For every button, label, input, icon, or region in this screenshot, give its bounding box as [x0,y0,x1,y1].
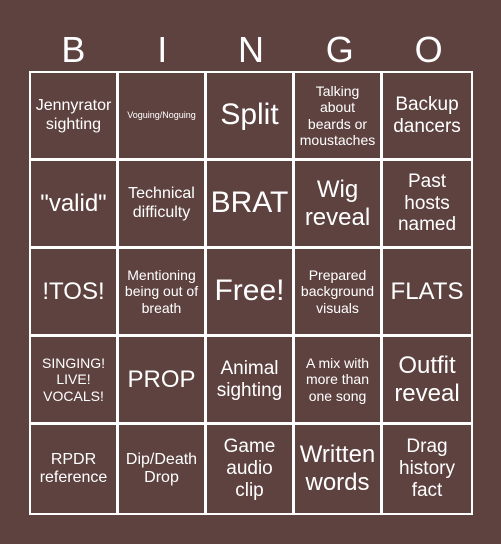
bingo-cell[interactable]: FLATS [383,249,471,337]
header-letter-o: O [414,29,443,70]
header-letter-n: N [237,29,264,70]
bingo-cell[interactable]: Wig reveal [295,161,383,249]
bingo-cell[interactable]: Dip/Death Drop [119,425,207,513]
bingo-cell[interactable]: Backup dancers [383,73,471,161]
bingo-cell[interactable]: Split [207,73,295,161]
bingo-cell[interactable]: Mentioning being out of breath [119,249,207,337]
bingo-cell[interactable]: Animal sighting [207,337,295,425]
bingo-cell[interactable]: Outfit reveal [383,337,471,425]
header-letter-b: B [61,29,86,70]
bingo-cell[interactable]: Technical difficulty [119,161,207,249]
bingo-cell[interactable]: "valid" [31,161,119,249]
bingo-cell[interactable]: Jennyrator sighting [31,73,119,161]
bingo-cell[interactable]: SINGING! LIVE! VOCALS! [31,337,119,425]
bingo-cell[interactable]: Past hosts named [383,161,471,249]
bingo-cell[interactable]: !TOS! [31,249,119,337]
bingo-grid: Jennyrator sighting Voguing/Noguing Spli… [29,71,473,515]
header-letter-g: G [325,29,354,70]
bingo-cell[interactable]: PROP [119,337,207,425]
bingo-cell[interactable]: BRAT [207,161,295,249]
bingo-cell[interactable]: Drag history fact [383,425,471,513]
bingo-header: B I N G O [29,28,473,72]
bingo-cell[interactable]: Talking about beards or moustaches [295,73,383,161]
bingo-cell[interactable]: A mix with more than one song [295,337,383,425]
bingo-cell[interactable]: Prepared background visuals [295,249,383,337]
bingo-cell[interactable]: RPDR reference [31,425,119,513]
free-space[interactable]: Free! [207,249,295,337]
header-letter-i: I [157,29,168,70]
bingo-cell[interactable]: Game audio clip [207,425,295,513]
bingo-cell[interactable]: Voguing/Noguing [119,73,207,161]
bingo-cell[interactable]: Written words [295,425,383,513]
